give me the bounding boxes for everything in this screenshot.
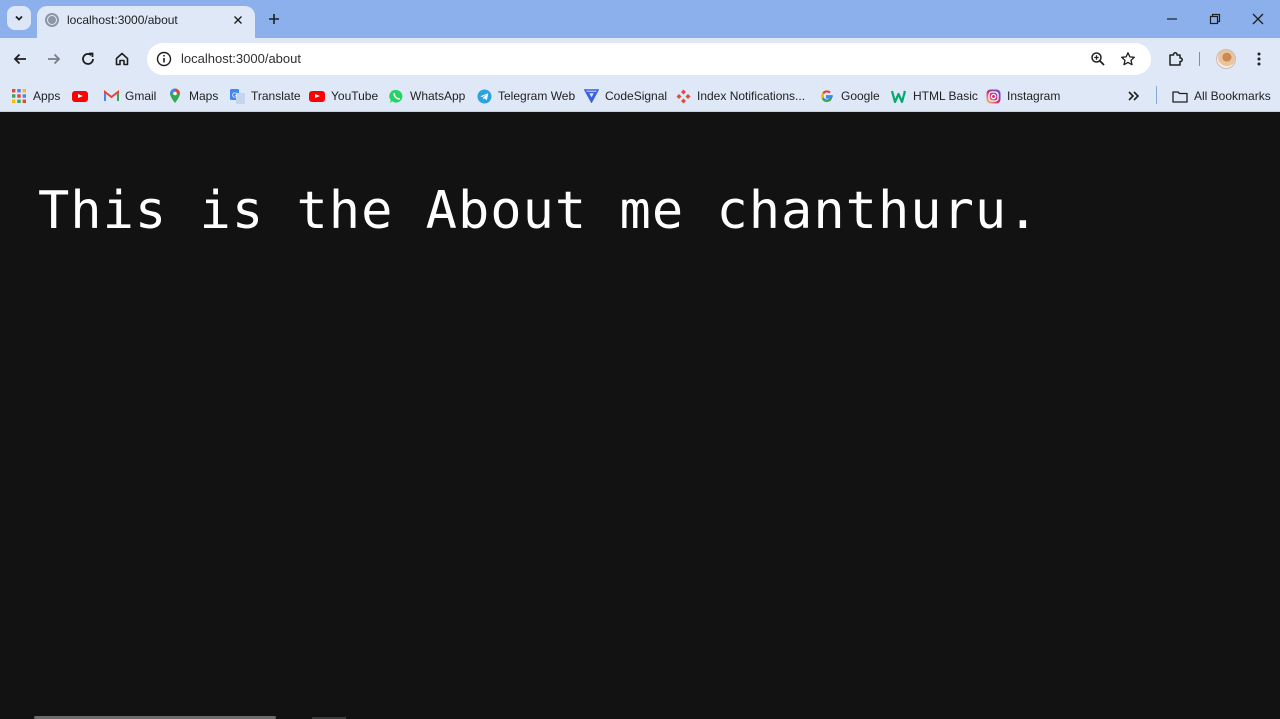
translate-icon: G: [229, 88, 245, 104]
home-button[interactable]: [108, 45, 136, 73]
all-bookmarks-button[interactable]: All Bookmarks: [1172, 87, 1271, 105]
bookmark-instagram[interactable]: Instagram: [985, 87, 1060, 105]
codesignal-icon: [583, 88, 599, 104]
reload-icon: [82, 52, 94, 65]
bookmark-label: HTML Basic: [913, 89, 978, 103]
zoom-button[interactable]: [1088, 49, 1108, 69]
bookmark-youtube-icon-only[interactable]: [72, 87, 94, 105]
page-heading: This is the About me chanthuru.: [38, 181, 1040, 241]
w3-icon: 3: [891, 88, 907, 104]
star-icon: [1121, 52, 1135, 66]
extensions-button[interactable]: [1162, 45, 1190, 73]
bookmark-label: Gmail: [125, 89, 157, 103]
bookmark-label: Maps: [189, 89, 219, 103]
menu-button[interactable]: [1245, 45, 1273, 73]
bookmark-whatsapp[interactable]: WhatsApp: [388, 87, 465, 105]
minimize-icon: [1167, 18, 1177, 20]
close-icon: [234, 16, 242, 24]
page-viewport: This is the About me chanthuru.: [0, 113, 1280, 719]
url-text[interactable]: localhost:3000/about: [181, 51, 301, 66]
bookmark-label: Index Notifications...: [697, 89, 806, 103]
youtube-icon: [309, 88, 325, 104]
arrow-right-icon: [48, 53, 61, 65]
google-icon: [819, 88, 835, 104]
puzzle-icon: [1169, 52, 1183, 66]
profile-avatar[interactable]: [1216, 49, 1236, 69]
bookmark-index-notifications[interactable]: Index Notifications...: [675, 87, 805, 105]
info-icon: [156, 51, 172, 67]
new-tab-button[interactable]: [264, 9, 284, 29]
reload-button[interactable]: [74, 45, 102, 73]
tab-search-button[interactable]: [7, 6, 31, 30]
globe-icon: [45, 13, 59, 27]
close-window-button[interactable]: [1246, 8, 1270, 30]
bookmark-translate[interactable]: G Translate: [229, 87, 301, 105]
address-bar[interactable]: localhost:3000/about: [147, 43, 1151, 75]
bookmark-maps[interactable]: Maps: [167, 87, 218, 105]
browser-toolbar: localhost:3000/about: [0, 38, 1280, 80]
plus-icon: [269, 14, 279, 24]
tab-close-button[interactable]: [229, 11, 247, 29]
bookmark-label: Google: [841, 89, 880, 103]
back-button[interactable]: [6, 45, 34, 73]
active-tab[interactable]: localhost:3000/about: [37, 6, 255, 38]
more-bookmarks-button[interactable]: [1127, 87, 1141, 105]
home-icon: [115, 52, 129, 66]
close-icon: [1252, 13, 1264, 25]
toolbar-divider: [1199, 52, 1200, 66]
maps-icon: [167, 88, 183, 104]
bookmark-star-button[interactable]: [1118, 49, 1138, 69]
bookmark-codesignal[interactable]: CodeSignal: [583, 87, 667, 105]
chevron-down-icon: [15, 15, 23, 21]
site-info-button[interactable]: [153, 48, 175, 70]
forward-button[interactable]: [40, 45, 68, 73]
bookmark-label: CodeSignal: [605, 89, 668, 103]
bookmark-label: Apps: [33, 89, 61, 103]
bookmarks-divider: [1156, 86, 1157, 104]
telegram-icon: [476, 88, 492, 104]
bookmark-apps[interactable]: Apps: [11, 87, 60, 105]
svg-text:G: G: [232, 92, 237, 99]
bookmark-gmail[interactable]: Gmail: [103, 87, 156, 105]
bookmarks-bar: Apps Gmail Maps G Translate YouTube What…: [0, 80, 1280, 112]
chevron-double-right-icon: [1128, 91, 1140, 101]
kebab-menu-icon: [1257, 52, 1261, 66]
instagram-icon: [985, 88, 1001, 104]
tab-strip: localhost:3000/about: [0, 0, 1280, 38]
svg-text:3: 3: [903, 91, 906, 97]
zoom-in-icon: [1091, 52, 1105, 66]
tab-title: localhost:3000/about: [67, 13, 178, 27]
folder-icon: [1172, 88, 1188, 104]
bookmark-label: WhatsApp: [410, 89, 466, 103]
bookmark-html-basic[interactable]: 3 HTML Basic: [891, 87, 978, 105]
bookmark-label: Translate: [251, 89, 301, 103]
arrow-left-icon: [13, 53, 26, 65]
restore-icon: [1209, 13, 1221, 25]
index-icon: [675, 88, 691, 104]
bookmark-google[interactable]: Google: [819, 87, 880, 105]
whatsapp-icon: [388, 88, 404, 104]
bookmark-label: Instagram: [1007, 89, 1061, 103]
bookmark-label: YouTube: [331, 89, 379, 103]
apps-grid-icon: [11, 88, 27, 104]
bookmark-telegram-web[interactable]: Telegram Web: [476, 87, 575, 105]
all-bookmarks-label: All Bookmarks: [1194, 89, 1271, 103]
gmail-icon: [103, 88, 119, 104]
youtube-icon: [72, 88, 88, 104]
bookmark-label: Telegram Web: [498, 89, 576, 103]
bookmark-youtube[interactable]: YouTube: [309, 87, 378, 105]
minimize-button[interactable]: [1160, 8, 1184, 30]
restore-button[interactable]: [1203, 8, 1227, 30]
